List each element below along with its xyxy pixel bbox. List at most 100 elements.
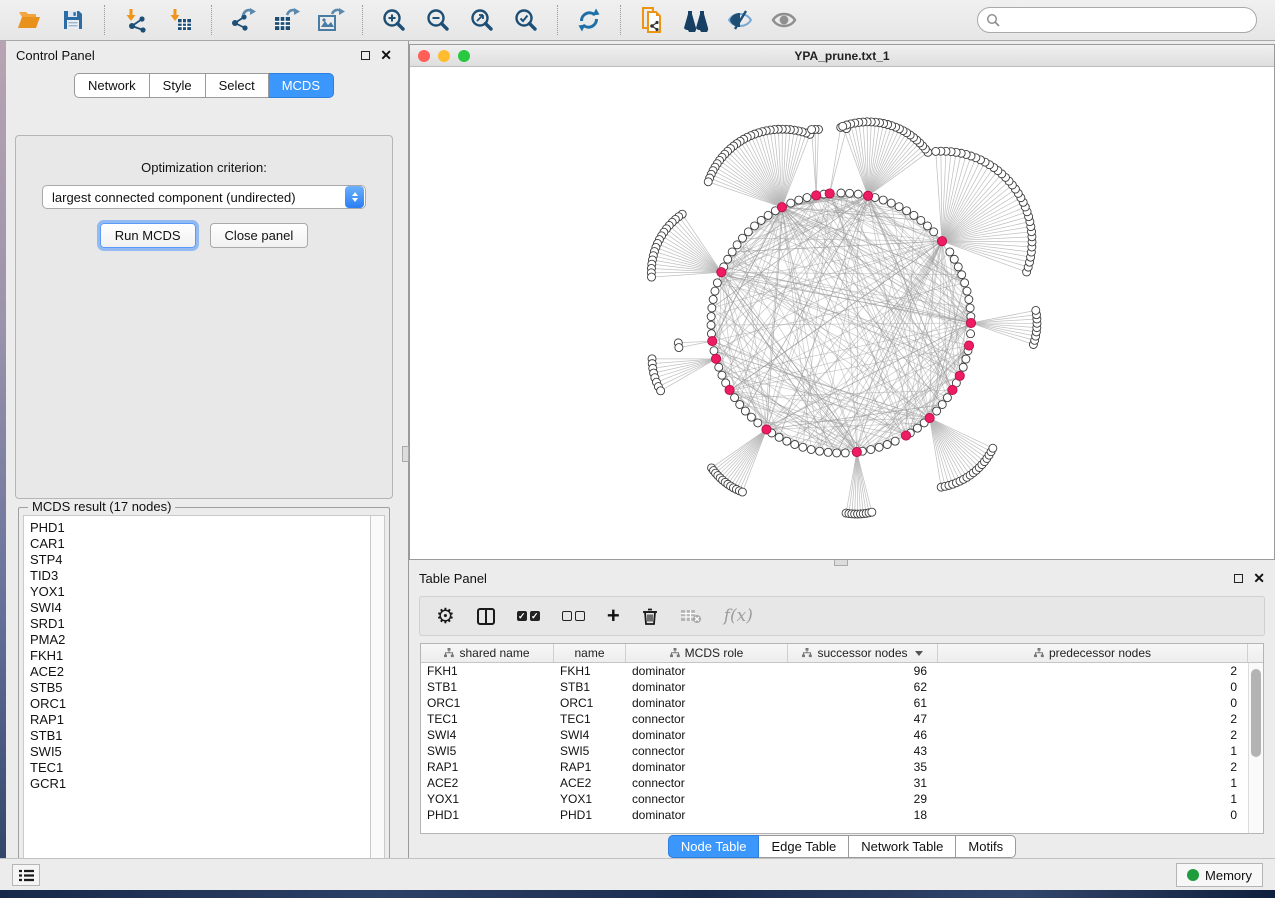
- close-panel-icon[interactable]: ✕: [380, 51, 392, 60]
- zoom-fit-icon[interactable]: [463, 3, 501, 37]
- toolbar-separator: [362, 5, 363, 35]
- export-table-icon[interactable]: [268, 3, 306, 37]
- result-node[interactable]: STB5: [30, 680, 370, 696]
- table-cell: connector: [626, 712, 788, 726]
- import-network-icon[interactable]: [117, 3, 155, 37]
- result-node[interactable]: TEC1: [30, 760, 370, 776]
- table-cell: SWI5: [421, 744, 554, 758]
- column-header-predecessor-nodes[interactable]: predecessor nodes: [938, 644, 1248, 662]
- result-node[interactable]: RAP1: [30, 712, 370, 728]
- zoom-in-icon[interactable]: [375, 3, 413, 37]
- tab-edge-table[interactable]: Edge Table: [759, 835, 849, 858]
- table-cell: TEC1: [554, 712, 626, 726]
- optimization-criterion-dropdown[interactable]: largest connected component (undirected): [42, 185, 366, 209]
- task-history-button[interactable]: [12, 864, 40, 886]
- splitter-handle[interactable]: [402, 446, 409, 462]
- table-row[interactable]: STB1STB1dominator620: [421, 679, 1263, 695]
- result-node[interactable]: ACE2: [30, 664, 370, 680]
- column-header-successor-nodes[interactable]: successor nodes: [788, 644, 938, 662]
- result-node[interactable]: CAR1: [30, 536, 370, 552]
- table-row[interactable]: SWI5SWI5connector431: [421, 743, 1263, 759]
- column-header-shared-name[interactable]: shared name: [421, 644, 554, 662]
- table-row[interactable]: ORC1ORC1dominator610: [421, 695, 1263, 711]
- result-node[interactable]: PMA2: [30, 632, 370, 648]
- table-row[interactable]: TEC1TEC1connector472: [421, 711, 1263, 727]
- table-row[interactable]: RAP1RAP1dominator352: [421, 759, 1263, 775]
- open-file-icon[interactable]: [10, 3, 48, 37]
- column-header-MCDS-role[interactable]: MCDS role: [626, 644, 788, 662]
- memory-button[interactable]: Memory: [1176, 863, 1263, 887]
- toolbar-separator: [104, 5, 105, 35]
- network-graph[interactable]: [410, 67, 1274, 559]
- table-cell: dominator: [626, 680, 788, 694]
- search-box[interactable]: [977, 7, 1257, 33]
- result-node[interactable]: SWI4: [30, 600, 370, 616]
- mcds-result-list[interactable]: PHD1CAR1STP4TID3YOX1SWI4SRD1PMA2FKH1ACE2…: [23, 515, 370, 874]
- table-scrollbar[interactable]: [1248, 663, 1263, 833]
- toolbar-separator: [211, 5, 212, 35]
- select-all-checkboxes-icon[interactable]: ✓✓: [517, 611, 540, 621]
- table-cell: PHD1: [554, 808, 626, 822]
- result-node[interactable]: SRD1: [30, 616, 370, 632]
- table-cell: 31: [788, 776, 938, 790]
- tab-network[interactable]: Network: [74, 73, 150, 98]
- optimization-criterion-label: Optimization criterion:: [16, 160, 392, 175]
- binoculars-icon[interactable]: [677, 3, 715, 37]
- hide-details-icon[interactable]: [721, 3, 759, 37]
- export-network-icon[interactable]: [224, 3, 262, 37]
- network-window-titlebar[interactable]: YPA_prune.txt_1: [410, 45, 1274, 67]
- run-mcds-button[interactable]: Run MCDS: [100, 223, 196, 248]
- table-row[interactable]: ACE2ACE2connector311: [421, 775, 1263, 791]
- result-node[interactable]: SWI5: [30, 744, 370, 760]
- result-node[interactable]: PHD1: [30, 520, 370, 536]
- settings-gear-icon[interactable]: ⚙: [436, 604, 455, 629]
- table-cell: dominator: [626, 664, 788, 678]
- result-node[interactable]: TID3: [30, 568, 370, 584]
- search-input[interactable]: [1000, 13, 1248, 27]
- scrollbar-thumb[interactable]: [1251, 669, 1261, 757]
- table-row[interactable]: FKH1FKH1dominator962: [421, 663, 1263, 679]
- table-row[interactable]: YOX1YOX1connector291: [421, 791, 1263, 807]
- split-columns-icon[interactable]: [477, 608, 495, 625]
- save-session-icon[interactable]: [54, 3, 92, 37]
- result-node[interactable]: FKH1: [30, 648, 370, 664]
- import-table-icon[interactable]: [161, 3, 199, 37]
- result-node[interactable]: ORC1: [30, 696, 370, 712]
- table-cell: SWI5: [554, 744, 626, 758]
- tab-motifs[interactable]: Motifs: [956, 835, 1016, 858]
- tab-node-table[interactable]: Node Table: [668, 835, 760, 858]
- column-header-name[interactable]: name: [554, 644, 626, 662]
- table-cell: 96: [788, 664, 938, 678]
- refresh-icon[interactable]: [570, 3, 608, 37]
- close-panel-icon[interactable]: ✕: [1253, 574, 1265, 583]
- result-node[interactable]: YOX1: [30, 584, 370, 600]
- table-row[interactable]: PHD1PHD1dominator180: [421, 807, 1263, 823]
- zoom-selected-icon[interactable]: [507, 3, 545, 37]
- node-table: shared namenameMCDS rolesuccessor nodesp…: [420, 643, 1264, 834]
- table-row[interactable]: SWI4SWI4dominator462: [421, 727, 1263, 743]
- float-panel-icon[interactable]: [361, 51, 370, 60]
- table-cell: RAP1: [554, 760, 626, 774]
- deselect-all-checkboxes-icon[interactable]: [562, 611, 585, 621]
- result-node[interactable]: STB1: [30, 728, 370, 744]
- copy-network-icon[interactable]: [633, 3, 671, 37]
- result-node[interactable]: STP4: [30, 552, 370, 568]
- tab-style[interactable]: Style: [150, 73, 206, 98]
- vertical-splitter[interactable]: [402, 41, 409, 858]
- network-canvas[interactable]: [410, 67, 1274, 559]
- result-list-scrollbar[interactable]: [370, 515, 385, 874]
- main-toolbar: [0, 0, 1275, 41]
- tab-mcds[interactable]: MCDS: [269, 73, 334, 98]
- close-panel-button[interactable]: Close panel: [210, 223, 309, 248]
- add-column-icon[interactable]: +: [607, 606, 620, 626]
- tab-select[interactable]: Select: [206, 73, 269, 98]
- splitter-handle[interactable]: [834, 559, 848, 566]
- horizontal-splitter[interactable]: [409, 559, 1275, 566]
- export-image-icon[interactable]: [312, 3, 350, 37]
- float-panel-icon[interactable]: [1234, 574, 1243, 583]
- delete-columns-icon[interactable]: [642, 607, 658, 625]
- zoom-out-icon[interactable]: [419, 3, 457, 37]
- show-details-icon[interactable]: [765, 3, 803, 37]
- tab-network-table[interactable]: Network Table: [849, 835, 956, 858]
- result-node[interactable]: GCR1: [30, 776, 370, 792]
